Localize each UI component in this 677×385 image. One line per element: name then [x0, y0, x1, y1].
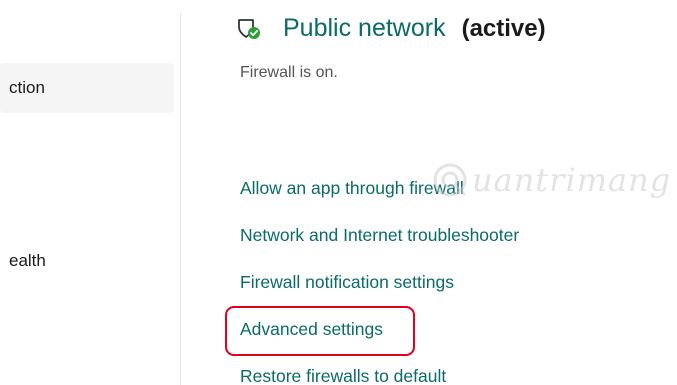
- firewall-settings-page: ction ealth Public network (active) Fire…: [0, 0, 677, 385]
- network-troubleshooter-link[interactable]: Network and Internet troubleshooter: [240, 225, 519, 246]
- allow-app-link[interactable]: Allow an app through firewall: [240, 178, 464, 199]
- network-title: Public network: [283, 14, 446, 42]
- shield-check-icon: [237, 18, 261, 40]
- advanced-settings-highlight: [225, 306, 415, 356]
- firewall-status-text: Firewall is on.: [240, 64, 338, 81]
- sidebar-item-label: ealth: [9, 251, 46, 270]
- network-header: Public network (active): [237, 14, 546, 43]
- network-active-status: (active): [461, 14, 546, 42]
- sidebar-nav: ction ealth: [0, 0, 181, 385]
- sidebar-item-device-health[interactable]: ealth: [0, 236, 174, 286]
- restore-defaults-link[interactable]: Restore firewalls to default: [240, 366, 446, 385]
- sidebar-item-firewall-protection[interactable]: ction: [0, 63, 174, 113]
- sidebar-item-label: ction: [9, 78, 45, 97]
- firewall-notification-settings-link[interactable]: Firewall notification settings: [240, 272, 454, 293]
